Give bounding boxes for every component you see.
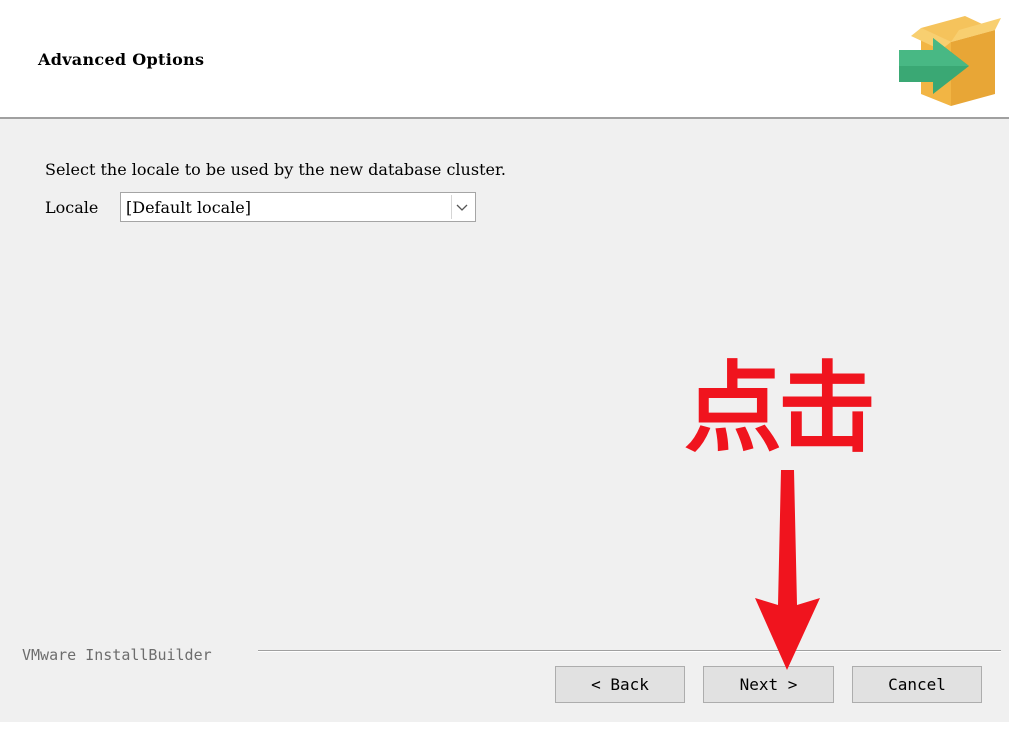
chevron-down-icon[interactable] <box>451 195 473 219</box>
instruction-text: Select the locale to be used by the new … <box>45 160 506 179</box>
installbuilder-brand: VMware InstallBuilder <box>22 646 212 664</box>
locale-dropdown[interactable]: [Default locale] <box>120 192 476 222</box>
footer-divider <box>258 650 1001 651</box>
locale-label: Locale <box>45 198 99 217</box>
red-down-arrow-icon <box>755 470 820 670</box>
click-annotation-text: 点击 <box>684 352 876 466</box>
wizard-header: Advanced Options <box>0 0 1009 118</box>
back-button[interactable]: < Back <box>555 666 685 703</box>
bottom-strip <box>0 722 1009 742</box>
installer-box-arrow-icon <box>899 16 1001 106</box>
cancel-button[interactable]: Cancel <box>852 666 982 703</box>
page-title: Advanced Options <box>38 50 205 69</box>
locale-selected-value: [Default locale] <box>126 198 252 217</box>
